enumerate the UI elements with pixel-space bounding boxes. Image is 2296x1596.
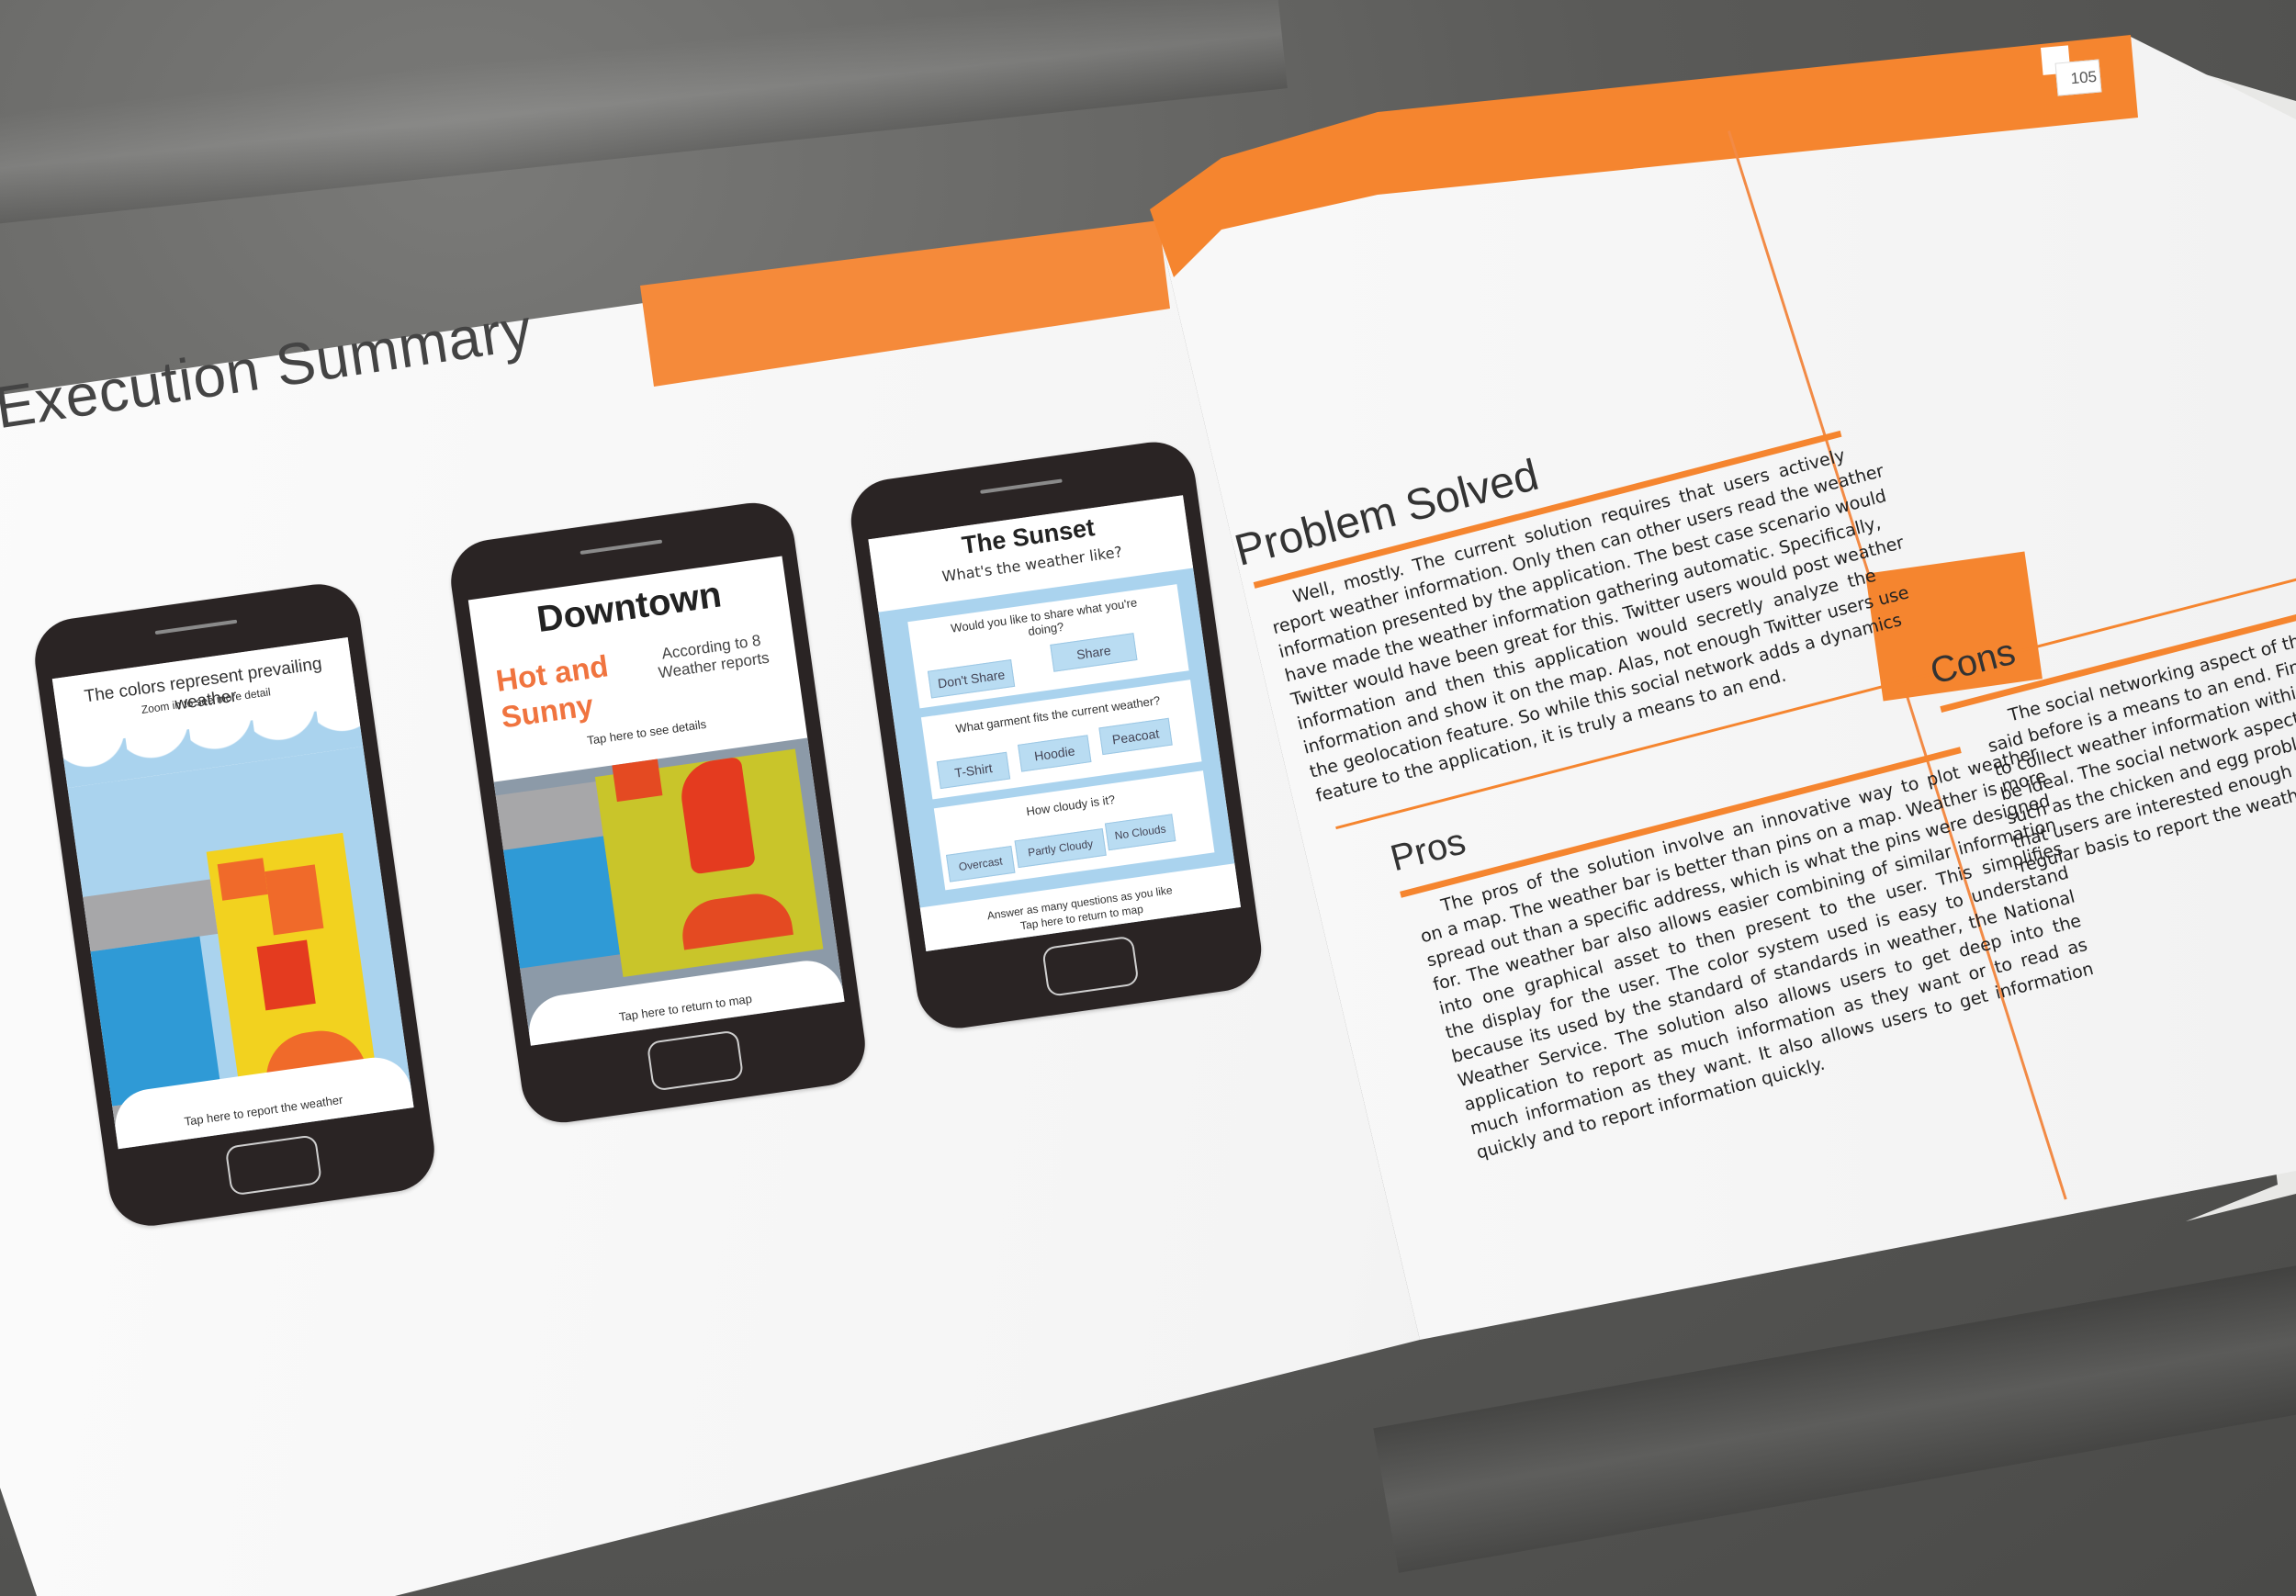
report-count: According to 8 Weather reports [657,631,771,682]
map-region-orange [264,864,324,936]
partly-cloudy-button[interactable]: Partly Cloudy [1014,827,1107,869]
phone-speaker [580,539,662,556]
phone-screen: The colors represent prevailing weather … [51,637,414,1150]
peacoat-button[interactable]: Peacoat [1098,717,1173,756]
phone-screen: The Sunset What's the weather like? Woul… [868,495,1242,951]
share-button[interactable]: Share [1050,633,1138,672]
home-button [1041,935,1140,997]
map-region-red [256,939,316,1011]
home-button [224,1134,322,1197]
hoodie-button[interactable]: Hoodie [1018,735,1092,772]
weather-condition: Hot and Sunny [493,648,611,735]
map-region-blue [503,836,621,969]
dont-share-button[interactable]: Don't Share [927,659,1016,699]
home-button [646,1029,744,1092]
map-region-orange [217,858,268,901]
tshirt-button[interactable]: T-Shirt [936,751,1011,790]
map-region-red [612,759,663,803]
phone-screen: Downtown Hot and Sunny According to 8 We… [467,556,845,1046]
page-number: 105 [2054,59,2102,96]
phone-speaker [980,478,1063,494]
overcast-button[interactable]: Overcast [945,845,1016,882]
no-clouds-button[interactable]: No Clouds [1104,814,1176,851]
phone-speaker [154,619,237,635]
